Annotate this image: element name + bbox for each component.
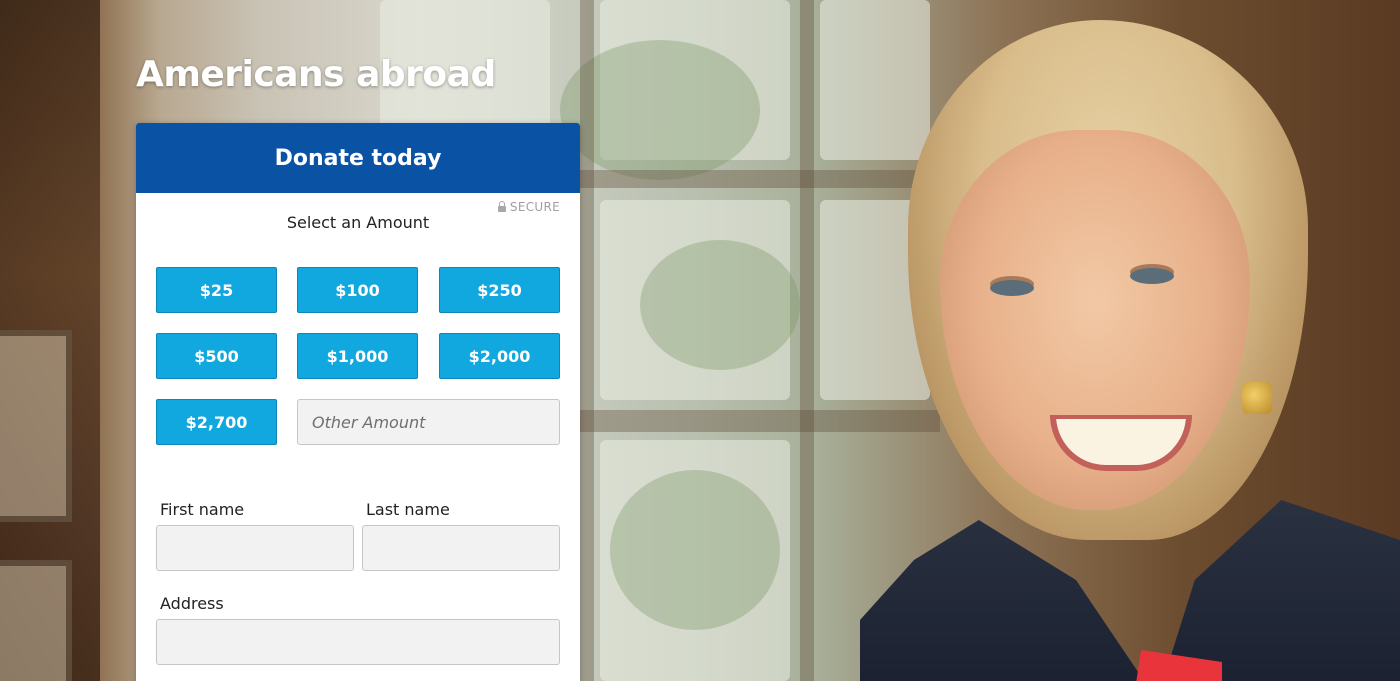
portrait-smile xyxy=(1050,415,1192,471)
address-label: Address xyxy=(160,594,224,613)
page-title: Americans abroad xyxy=(136,54,496,95)
donation-card: Donate today SECURE Select an Amount $25… xyxy=(136,123,580,681)
portrait-eye xyxy=(990,280,1034,296)
background-foliage xyxy=(640,240,800,370)
background-window-frame xyxy=(580,170,940,188)
first-name-label: First name xyxy=(160,500,245,519)
background-window-frame xyxy=(580,0,594,681)
amount-button-25[interactable]: $25 xyxy=(156,267,277,313)
background-window-frame xyxy=(580,410,940,432)
amount-button-1000[interactable]: $1,000 xyxy=(297,333,418,379)
background-frame xyxy=(0,560,72,681)
select-amount-label: Select an Amount xyxy=(286,213,430,232)
secure-indicator: SECURE xyxy=(497,200,560,214)
portrait-earring xyxy=(1242,382,1272,414)
address-field[interactable] xyxy=(156,619,560,665)
amount-button-2000[interactable]: $2,000 xyxy=(439,333,560,379)
lock-icon xyxy=(497,200,506,212)
hero-portrait-photo xyxy=(860,20,1400,681)
amount-button-100[interactable]: $100 xyxy=(297,267,418,313)
background-frame xyxy=(0,330,72,522)
last-name-field[interactable] xyxy=(362,525,560,571)
portrait-eye xyxy=(1130,268,1174,284)
background-window-frame xyxy=(800,0,814,681)
amount-button-500[interactable]: $500 xyxy=(156,333,277,379)
secure-label: SECURE xyxy=(509,200,560,214)
other-amount-input[interactable] xyxy=(297,399,560,445)
card-header: Donate today xyxy=(136,123,580,193)
first-name-field[interactable] xyxy=(156,525,354,571)
hero-background: Americans abroad Donate today SECURE Sel… xyxy=(0,0,1400,681)
background-foliage xyxy=(610,470,780,630)
last-name-label: Last name xyxy=(366,500,450,519)
amount-button-2700[interactable]: $2,700 xyxy=(156,399,277,445)
amount-button-250[interactable]: $250 xyxy=(439,267,560,313)
